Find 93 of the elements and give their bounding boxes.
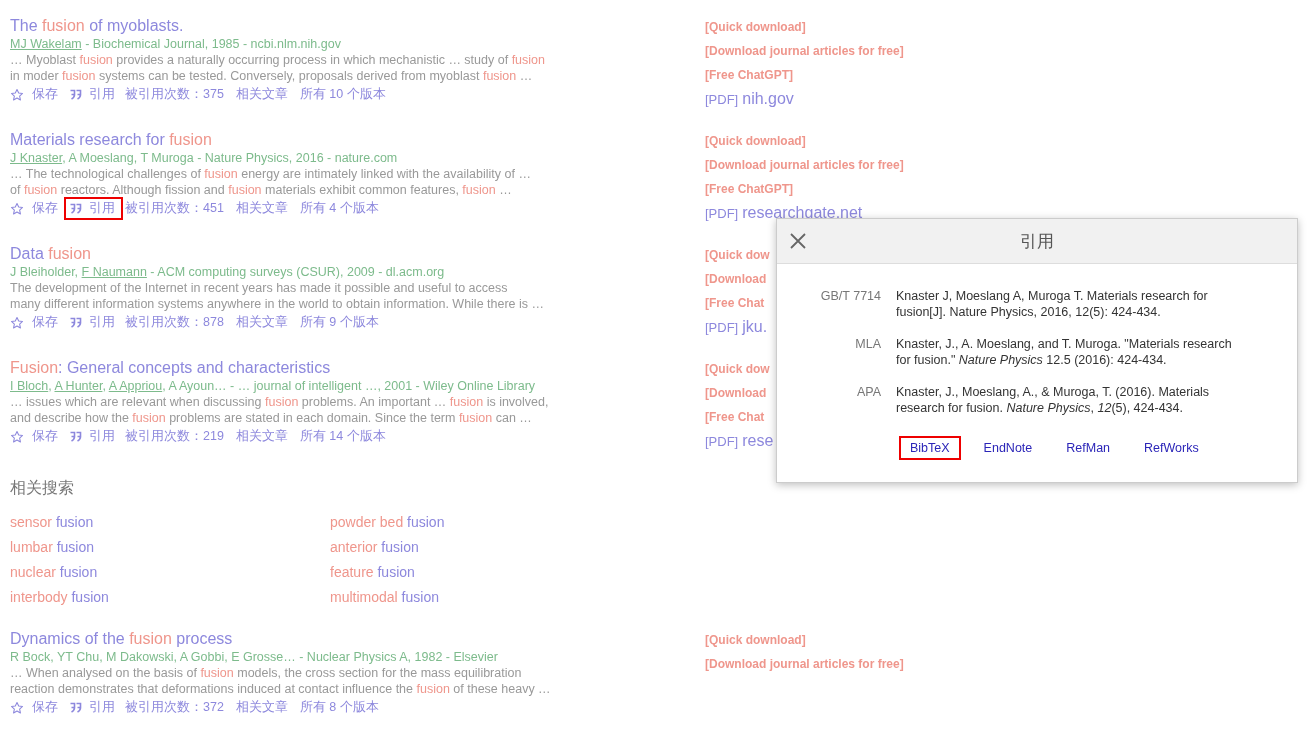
star-icon[interactable] [10,429,24,444]
result-authors: J Knaster, A Moeslang, T Muroga - Nature Physics, 2016 - nature.com [10,150,398,166]
save-link[interactable]: 保存 [32,699,58,716]
star-icon[interactable] [10,700,24,715]
related-search-link[interactable]: sensor fusion [10,513,94,531]
versions-link[interactable]: 所有 10 个版本 [299,86,386,103]
related-search-link[interactable]: powder bed fusion [330,513,445,531]
result-authors: R Bock, YT Chu, M Dakowski, A Gobbi, E Grosse… - Nuclear Physics A, 1982 - Elsevier [10,649,498,665]
download-link[interactable]: [Quick download] [705,18,806,36]
download-link[interactable]: [Quick dow [705,360,770,378]
download-link[interactable]: [Free Chat [705,408,765,426]
pdf-link[interactable]: [PDF] rese [705,432,774,451]
related-search-link[interactable]: nuclear fusion [10,563,98,581]
result-title[interactable]: Data fusion [10,244,91,264]
download-link[interactable]: [Free Chat [705,294,765,312]
cite-link[interactable]: 引用 [64,425,123,448]
download-link[interactable]: [Download journal articles for free] [705,42,904,60]
quote-icon [69,203,82,214]
cited-by-link[interactable]: 被引用次数：219 [125,428,224,445]
versions-link[interactable]: 所有 8 个版本 [299,699,379,716]
save-link[interactable]: 保存 [32,86,58,103]
pdf-link[interactable]: [PDF] researchgate.net [705,204,863,223]
versions-link[interactable]: 所有 14 个版本 [299,428,386,445]
quote-icon [69,89,82,100]
download-link[interactable]: [Quick download] [705,132,806,150]
export-link[interactable]: BibTeX [899,436,961,460]
download-link[interactable]: [Download journal articles for free] [705,156,904,174]
citation-text: Knaster, J., A. Moeslang, and T. Muroga. "Materials research for fusion." Nature Physics 12.5 (2016): 424-434. [896,336,1233,368]
download-link[interactable]: [Download [705,384,767,402]
citation-style-label: APA [855,384,881,401]
related-articles-link[interactable]: 相关文章 [235,200,288,217]
result-snippet: in moder fusion systems can be tested. Conversely, proposals derived from myoblast fusion … [10,68,533,84]
result-title[interactable]: The fusion of myoblasts. [10,16,184,36]
result-authors: MJ Wakelam - Biochemical Journal, 1985 - ncbi.nlm.nih.gov [10,36,341,52]
save-link[interactable]: 保存 [32,200,58,217]
related-search-link[interactable]: lumbar fusion [10,538,95,556]
result-snippet: … When analysed on the basis of fusion models, the cross section for the mass equilibration [10,665,522,681]
result-snippet: of fusion reactors. Although fission and fusion materials exhibit common features, fusion … [10,182,512,198]
cite-link[interactable]: 引用 [64,83,123,106]
download-link[interactable]: [Quick dow [705,246,770,264]
citation-style-label: GB/T 7714 [819,288,881,305]
related-search-link[interactable]: feature fusion [330,563,415,581]
result-title[interactable]: Fusion: General concepts and characteristics [10,358,331,378]
star-icon[interactable] [10,201,24,216]
citation-style-label: MLA [854,336,881,353]
versions-link[interactable]: 所有 9 个版本 [299,314,379,331]
download-link[interactable]: [Download [705,270,767,288]
export-link[interactable]: RefMan [1055,436,1122,460]
result-snippet: … issues which are relevant when discussing fusion problems. An important … fusion is involved, [10,394,549,410]
save-link[interactable]: 保存 [32,428,58,445]
save-link[interactable]: 保存 [32,314,58,331]
related-articles-link[interactable]: 相关文章 [235,428,288,445]
result-snippet: … Myoblast fusion provides a naturally occurring process in which mechanistic … study of fusion [10,52,545,68]
versions-link[interactable]: 所有 4 个版本 [299,200,379,217]
related-articles-link[interactable]: 相关文章 [235,699,288,716]
cited-by-link[interactable]: 被引用次数：372 [125,699,224,716]
related-articles-link[interactable]: 相关文章 [235,314,288,331]
result-title[interactable]: Dynamics of the fusion process [10,629,233,649]
quote-icon [69,702,82,713]
related-articles-link[interactable]: 相关文章 [235,86,288,103]
download-link[interactable]: [Download journal articles for free] [705,655,904,673]
star-icon[interactable] [10,315,24,330]
pdf-link[interactable]: [PDF] jku. [705,318,768,337]
cited-by-link[interactable]: 被引用次数：878 [125,314,224,331]
quote-icon [69,317,82,328]
cite-link[interactable]: 引用 [64,696,123,719]
result-snippet: … The technological challenges of fusion energy are intimately linked with the availability of … [10,166,531,182]
related-search-link[interactable]: anterior fusion [330,538,419,556]
cite-link[interactable]: 引用 [64,197,123,220]
export-link[interactable]: RefWorks [1133,436,1210,460]
result-snippet: reaction demonstrates that deformations induced at contact influence the fusion of these heavy … [10,681,551,697]
quote-icon [69,431,82,442]
result-snippet: The development of the Internet in recent years has made it possible and useful to access [10,280,508,296]
result-authors: J Bleiholder, F Naumann - ACM computing surveys (CSUR), 2009 - dl.acm.org [10,264,445,280]
related-searches-heading: 相关搜索 [10,478,74,498]
related-search-link[interactable]: multimodal fusion [330,588,439,606]
citation-text: Knaster J, Moeslang A, Muroga T. Materials research for fusion[J]. Nature Physics, 2016, 12(5): 424-434. [896,288,1209,320]
star-icon[interactable] [10,87,24,102]
citation-text: Knaster, J., Moeslang, A., & Muroga, T. (2016). Materials research for fusion. Nature Physics, 12(5), 424-434. [896,384,1211,416]
result-snippet: and describe how the fusion problems are stated in each domain. Since the term fusion can … [10,410,532,426]
export-link[interactable]: EndNote [972,436,1044,460]
result-snippet: many different information systems anywhere in the world to obtain information. While there is … [10,296,545,312]
cited-by-link[interactable]: 被引用次数：375 [125,86,224,103]
download-link[interactable]: [Quick download] [705,631,806,649]
result-authors: I Bloch, A Hunter, A Appriou, A Ayoun… - … journal of intelligent …, 2001 - Wiley Online Library [10,378,536,394]
cited-by-link[interactable]: 被引用次数：451 [125,200,224,217]
download-link[interactable]: [Free ChatGPT] [705,66,793,84]
download-link[interactable]: [Free ChatGPT] [705,180,793,198]
pdf-link[interactable]: [PDF] nih.gov [705,90,794,109]
related-search-link[interactable]: interbody fusion [10,588,109,606]
cite-link[interactable]: 引用 [64,311,123,334]
result-title[interactable]: Materials research for fusion [10,130,212,150]
dialog-title: 引用 [1020,230,1054,253]
